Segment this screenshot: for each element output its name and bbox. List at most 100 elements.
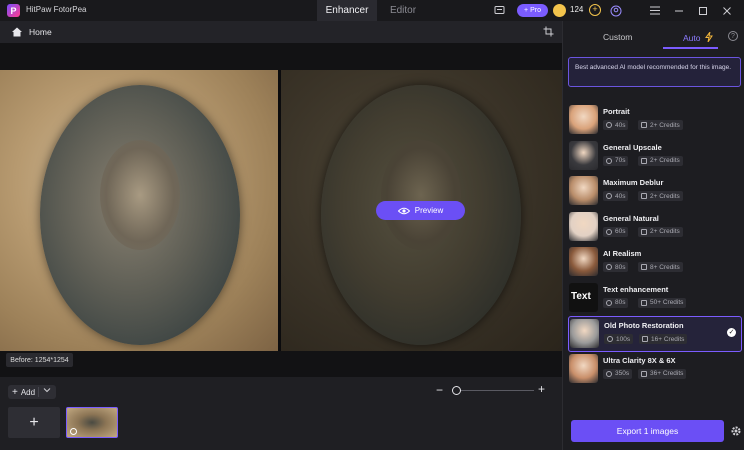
model-time-label: 80s (615, 299, 626, 306)
model-time-label: 350s (615, 370, 630, 377)
model-name: General Natural (603, 213, 659, 223)
credit-icon (641, 193, 647, 199)
gear-icon[interactable] (730, 425, 742, 437)
clock-icon (606, 157, 612, 164)
zoom-slider[interactable] (456, 390, 534, 391)
model-name: Text enhancement (603, 284, 669, 294)
model-time: 70s (603, 155, 629, 166)
model-item[interactable]: Portrait 40s 2+ Credits (568, 103, 742, 139)
model-thumbnail (569, 211, 598, 241)
credit-icon (641, 228, 647, 235)
model-time-label: 70s (615, 157, 626, 164)
tab-underline (663, 47, 718, 49)
tab-custom[interactable]: Custom (603, 32, 632, 42)
model-item[interactable]: General Natural 60s 2+ Credits (568, 210, 742, 246)
breadcrumb: Home (0, 21, 562, 43)
before-image (0, 70, 278, 351)
model-time: 80s (603, 297, 629, 308)
model-time: 80s (603, 262, 629, 272)
model-time: 60s (603, 226, 629, 237)
credit-icon (641, 370, 647, 377)
buy-credits-icon[interactable]: + (589, 4, 601, 16)
tab-auto[interactable]: Auto (683, 31, 713, 43)
zoom-out-button[interactable]: − (436, 383, 443, 397)
model-credits-label: 8+ Credits (650, 263, 680, 271)
model-time: 40s (603, 120, 629, 130)
model-name: Portrait (603, 107, 630, 116)
add-label: Add (20, 387, 36, 397)
crop-icon[interactable] (543, 26, 555, 38)
model-credits: 36+ Credits (638, 368, 687, 379)
model-name: Maximum Deblur (603, 178, 664, 187)
model-thumbnail (569, 353, 598, 383)
feedback-icon[interactable] (493, 4, 506, 17)
model-thumbnail (569, 140, 598, 170)
lightning-icon (704, 31, 713, 43)
model-time-label: 80s (615, 263, 626, 271)
model-time-label: 40s (615, 192, 626, 200)
model-credits: 16+ Credits (639, 334, 688, 344)
tab-editor[interactable]: Editor (377, 0, 429, 21)
pro-badge[interactable]: + Pro (517, 4, 548, 17)
menu-icon[interactable] (648, 4, 661, 17)
clock-icon (606, 264, 612, 270)
model-credits: 2+ Credits (638, 226, 683, 237)
add-image-tile[interactable]: + (8, 407, 60, 438)
model-item[interactable]: Ultra Clarity 8X & 6X 350s 36+ Credits (568, 352, 742, 388)
clock-icon (606, 193, 612, 199)
credit-icon (641, 157, 647, 164)
model-item[interactable]: AI Realism 80s 8+ Credits (568, 245, 742, 281)
model-item[interactable]: Maximum Deblur 40s 2+ Credits (568, 174, 742, 210)
chevron-down-icon[interactable] (43, 386, 51, 396)
zoom-in-button[interactable]: + (538, 382, 545, 396)
zoom-slider-handle[interactable] (452, 386, 461, 395)
model-item[interactable]: Old Photo Restoration 100s 16+ Credits ✓ (568, 316, 742, 352)
model-credits: 8+ Credits (638, 262, 683, 272)
image-thumbnail[interactable] (66, 407, 118, 438)
preview-button[interactable]: Preview (376, 201, 465, 220)
model-time-label: 60s (615, 228, 626, 235)
clock-icon (607, 336, 613, 342)
add-separator (38, 387, 39, 397)
portrait-face-after (381, 140, 461, 250)
recommendation-text: Best advanced AI model recommended for t… (575, 64, 732, 71)
clock-icon (606, 122, 612, 128)
minimize-icon[interactable] (672, 4, 685, 17)
home-link[interactable]: Home (29, 27, 52, 37)
credit-icon (641, 299, 647, 306)
model-credits: 2+ Credits (638, 191, 683, 201)
maximize-icon[interactable] (696, 4, 709, 17)
model-name: AI Realism (603, 249, 642, 258)
model-thumbnail-text: Text (571, 290, 591, 302)
model-item[interactable]: Text Text enhancement 80s 50+ Credits (568, 281, 742, 317)
credit-icon (641, 122, 647, 128)
model-credits: 50+ Credits (638, 297, 687, 308)
coin-icon (553, 4, 566, 17)
clock-icon (606, 299, 612, 306)
title-bar: P HitPaw FotorPea Enhancer Editor + Pro … (0, 0, 744, 21)
model-name: Ultra Clarity 8X & 6X (603, 355, 676, 365)
model-time-label: 40s (615, 121, 626, 129)
close-icon[interactable] (720, 4, 733, 17)
app-logo: P (7, 4, 20, 17)
model-thumbnail (569, 176, 598, 205)
tab-enhancer[interactable]: Enhancer (317, 0, 377, 21)
model-thumbnail (569, 247, 598, 276)
model-panel: Custom Auto ? Best advanced AI model rec… (562, 21, 744, 450)
model-name: General Upscale (603, 142, 662, 152)
model-credits: 2+ Credits (638, 155, 683, 166)
model-time-label: 100s (616, 335, 631, 343)
add-button[interactable]: + Add (8, 385, 56, 399)
clock-icon (606, 228, 612, 235)
model-item[interactable]: General Upscale 70s 2+ Credits (568, 139, 742, 175)
model-credits-label: 2+ Credits (650, 157, 680, 164)
preview-label: Preview (414, 206, 444, 215)
home-icon[interactable] (11, 26, 23, 38)
image-canvas (0, 43, 562, 377)
account-icon[interactable] (609, 4, 622, 17)
clock-icon (606, 370, 612, 377)
export-button[interactable]: Export 1 images (571, 420, 724, 442)
help-icon[interactable]: ? (728, 31, 738, 41)
model-credits-label: 2+ Credits (650, 192, 680, 200)
model-credits-label: 2+ Credits (650, 121, 680, 129)
